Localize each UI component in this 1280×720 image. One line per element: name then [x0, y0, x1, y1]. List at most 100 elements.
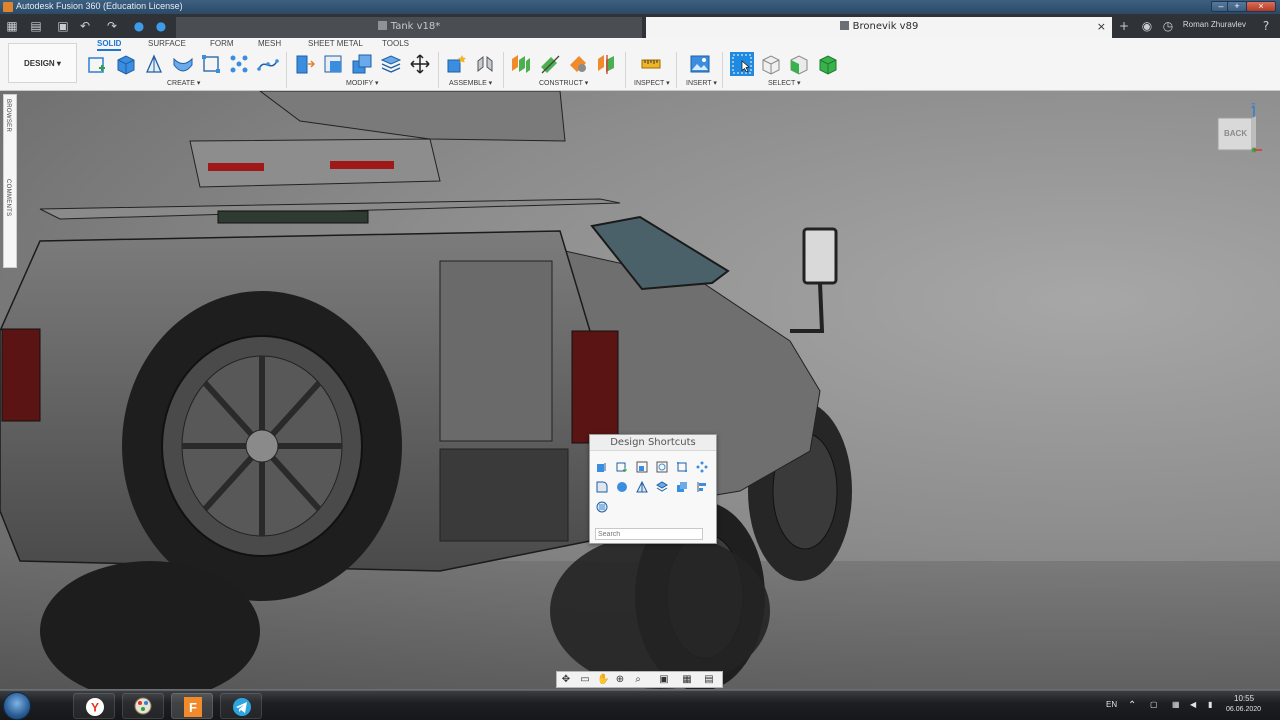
undo-icon[interactable]: ↶	[77, 18, 93, 34]
spline-icon[interactable]	[257, 53, 279, 75]
coil-icon[interactable]	[596, 501, 608, 513]
svg-text:Y: Y	[91, 701, 99, 715]
clock-date[interactable]: 06.06.2020	[1226, 706, 1261, 713]
tab-bronevik[interactable]: Bronevik v89 ×	[646, 17, 1112, 38]
offset-icon[interactable]	[656, 461, 668, 473]
fillet-shortcut-icon[interactable]	[596, 481, 608, 493]
redo-icon[interactable]: ↷	[104, 18, 120, 34]
shortcuts-search-input[interactable]	[595, 528, 703, 540]
measure-icon[interactable]	[640, 53, 662, 75]
rectangle-shortcut-icon[interactable]	[676, 461, 688, 473]
press-pull-icon[interactable]	[293, 53, 315, 75]
sketch-shortcut-icon[interactable]	[616, 461, 628, 473]
look-at-icon[interactable]: ▭	[579, 674, 591, 686]
fillet-icon[interactable]	[322, 53, 344, 75]
circular-pattern-icon[interactable]	[696, 461, 708, 473]
create-menu[interactable]: CREATE ▾	[167, 79, 200, 87]
inspect-menu[interactable]: INSPECT ▾	[634, 79, 670, 87]
tab-sheet-metal[interactable]: SHEET METAL	[308, 39, 363, 48]
insert-image-icon[interactable]	[689, 53, 711, 75]
select-body-icon[interactable]	[760, 53, 782, 75]
midplane-icon[interactable]	[596, 53, 618, 75]
close-tab-icon[interactable]: ×	[1097, 17, 1106, 37]
file-menu-icon[interactable]: ▤	[28, 18, 44, 34]
sphere-icon[interactable]	[616, 481, 628, 493]
offset-plane-icon[interactable]	[510, 53, 532, 75]
language-indicator[interactable]: EN	[1106, 700, 1117, 709]
orbit-icon[interactable]: ✥	[560, 674, 572, 686]
shell-icon[interactable]	[380, 53, 402, 75]
joint-icon[interactable]	[474, 53, 496, 75]
assemble-menu[interactable]: ASSEMBLE ▾	[449, 79, 492, 87]
revolve-shortcut-icon[interactable]	[636, 481, 648, 493]
align-icon[interactable]	[696, 481, 708, 493]
rectangle-icon[interactable]	[200, 53, 222, 75]
3d-viewport[interactable]	[0, 91, 1280, 689]
app-grid-icon[interactable]: ▦	[4, 18, 20, 34]
power-icon[interactable]: ▮	[1208, 700, 1212, 709]
telegram-task[interactable]	[220, 693, 262, 719]
select-menu[interactable]: SELECT ▾	[768, 79, 801, 87]
move-icon[interactable]	[409, 53, 431, 75]
tab-form[interactable]: FORM	[210, 39, 234, 48]
tangent-plane-icon[interactable]	[567, 53, 589, 75]
insert-menu[interactable]: INSERT ▾	[686, 79, 717, 87]
clock-time[interactable]: 10:55	[1234, 694, 1254, 703]
tab-solid[interactable]: SOLID	[97, 39, 122, 51]
new-component-icon[interactable]	[445, 53, 467, 75]
box-icon[interactable]	[115, 53, 137, 75]
close-window-button[interactable]: ×	[1246, 1, 1276, 12]
vehicle-model-render[interactable]	[0, 91, 1280, 689]
construct-menu[interactable]: CONSTRUCT ▾	[539, 79, 588, 87]
paint-icon	[134, 697, 152, 715]
new-tab-icon[interactable]: +	[1116, 18, 1132, 34]
pattern-icon[interactable]	[228, 53, 250, 75]
show-hidden-icons-icon[interactable]: ⌃	[1128, 700, 1136, 711]
create-sketch-icon[interactable]	[86, 53, 108, 75]
fusion-360-task[interactable]: F	[171, 693, 213, 719]
extensions-icon[interactable]: ◉	[1139, 18, 1155, 34]
sweep-icon[interactable]	[172, 53, 194, 75]
yandex-browser-task[interactable]: Y	[73, 693, 115, 719]
grid-settings-icon[interactable]: ▦	[681, 674, 693, 686]
tab-tools[interactable]: TOOLS	[382, 39, 409, 48]
window-title-bar: Autodesk Fusion 360 (Education License) …	[0, 0, 1280, 14]
comments-toggle-label[interactable]: COMMENTS	[5, 179, 11, 216]
volume-icon[interactable]: ◀	[1190, 700, 1196, 709]
tab-label: Tank v18*	[390, 21, 441, 32]
select-face-icon[interactable]	[788, 53, 810, 75]
extrude-icon[interactable]	[596, 461, 608, 473]
shell-shortcut-icon[interactable]	[656, 481, 668, 493]
modify-menu[interactable]: MODIFY ▾	[346, 79, 379, 87]
user-name[interactable]: Roman Zhuravlev	[1183, 20, 1246, 29]
tray-app-icon[interactable]: ▢	[1150, 700, 1158, 709]
save-icon[interactable]: ▣	[55, 18, 71, 34]
workspace-switcher-button[interactable]: DESIGN ▾	[8, 43, 77, 83]
job-status-icon[interactable]: ●	[131, 18, 147, 34]
revolve-icon[interactable]	[143, 53, 165, 75]
tab-surface[interactable]: SURFACE	[148, 39, 186, 48]
pan-icon[interactable]: ✋	[597, 674, 609, 686]
paint-task[interactable]	[122, 693, 164, 719]
tab-mesh[interactable]: MESH	[258, 39, 281, 48]
combine-shortcut-icon[interactable]	[676, 481, 688, 493]
project-icon[interactable]	[636, 461, 648, 473]
fit-icon[interactable]: ⌕	[632, 674, 644, 686]
zoom-icon[interactable]: ⊕	[614, 674, 626, 686]
data-panel-icon[interactable]: ●	[153, 18, 169, 34]
start-button[interactable]	[3, 692, 31, 720]
viewports-icon[interactable]: ▤	[703, 674, 715, 686]
display-settings-icon[interactable]: ▣	[658, 674, 670, 686]
viewcube-face-label[interactable]: BACK	[1224, 129, 1247, 138]
side-panel-toggle[interactable]: BROWSER COMMENTS	[3, 94, 17, 268]
network-icon[interactable]: ▦	[1172, 700, 1180, 709]
help-icon[interactable]: ?	[1258, 18, 1274, 34]
browser-toggle-label[interactable]: BROWSER	[5, 99, 11, 132]
plane-at-angle-icon[interactable]	[539, 53, 561, 75]
select-icon[interactable]	[730, 52, 754, 76]
maximize-button[interactable]: +	[1227, 1, 1247, 12]
job-status-clock-icon[interactable]: ◷	[1160, 18, 1176, 34]
select-component-icon[interactable]	[817, 53, 839, 75]
tab-tank[interactable]: Tank v18*	[176, 17, 642, 38]
combine-icon[interactable]	[351, 53, 373, 75]
